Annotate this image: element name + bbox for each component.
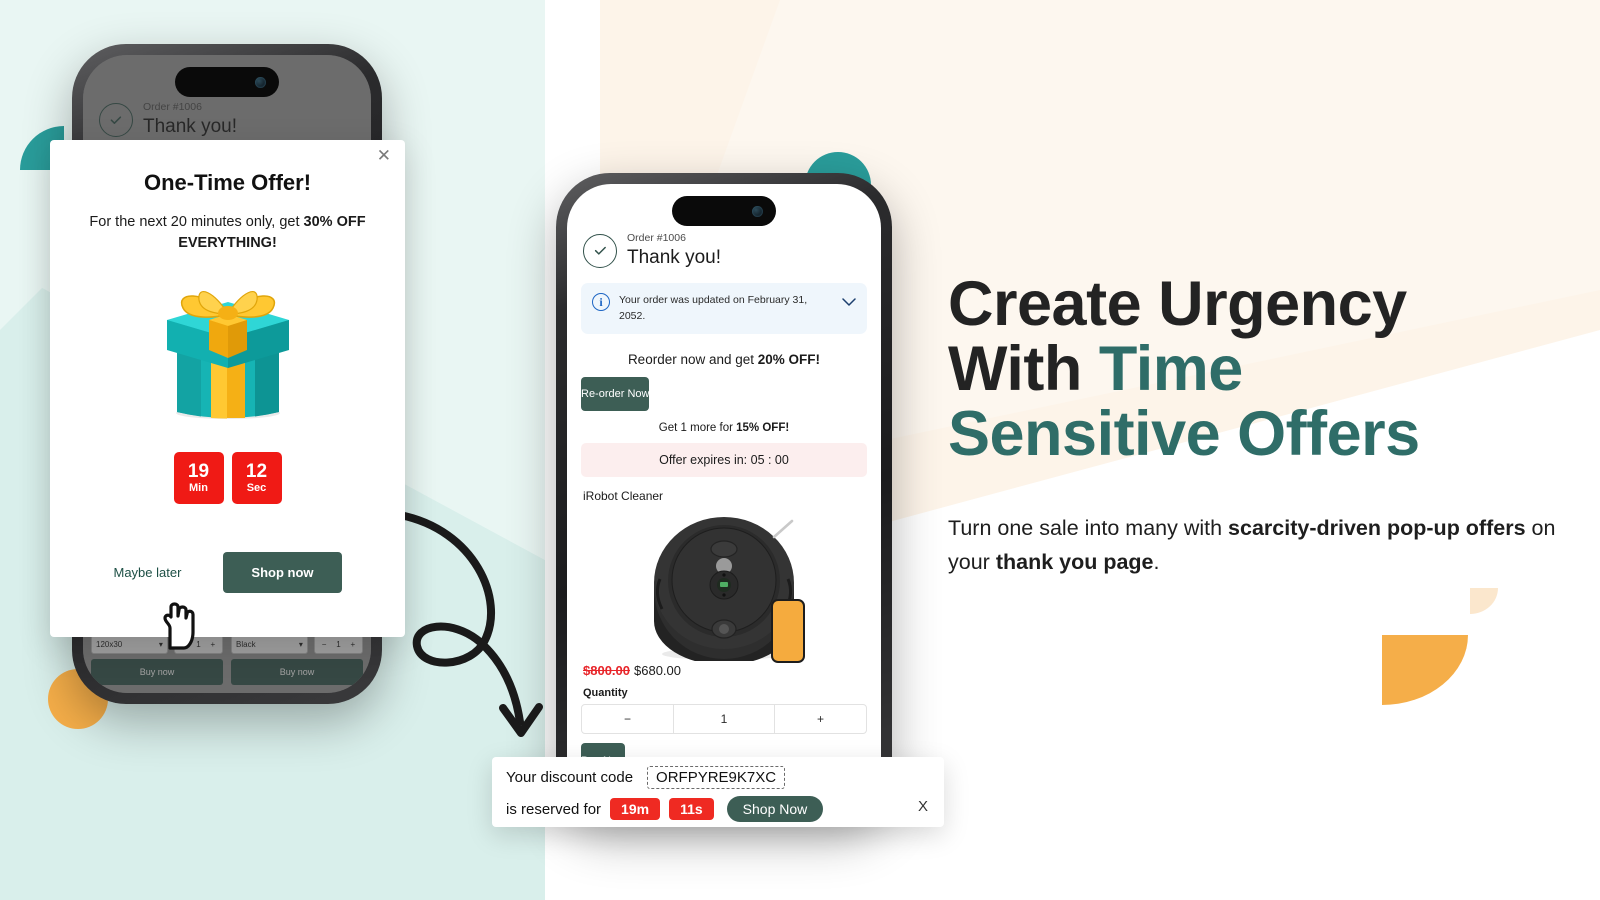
quantity-value[interactable]: 1 (672, 704, 776, 733)
reserved-for-label: is reserved for (506, 800, 602, 818)
popup-title: One-Time Offer! (143, 170, 312, 195)
phone-notch (672, 196, 776, 226)
sub-bold-2: pop-up offers (1387, 515, 1526, 540)
product-name: iRobot Cleaner (583, 488, 664, 503)
promo-banner: Order #1006 Thank you! Select Quantity 1… (0, 0, 1600, 900)
front-order-number: Order #1006 (627, 232, 686, 244)
gift-box-icon (166, 291, 289, 420)
popup-sub-plain: For the next 20 minutes only, get (89, 214, 304, 230)
camera-lens-icon (255, 76, 266, 88)
reorder-now-button[interactable]: Re-order Now (581, 376, 650, 411)
headline-line-3: Sensitive Offers (948, 398, 1420, 469)
discount-reserve-row: is reserved for 19m 11s Shop Now (506, 796, 930, 822)
phone-notch (175, 67, 279, 97)
popup-countdown-timer: 19 Min 12 Sec (50, 452, 405, 505)
discount-code-row: Your discount code ORFPYRE9K7XC (506, 766, 930, 789)
quantity-stepper[interactable]: − 1 + (581, 703, 867, 734)
chevron-down-icon[interactable] (842, 294, 856, 312)
info-icon: i (592, 293, 610, 312)
reorder-headline: Reorder now and get 20% OFF! (567, 352, 881, 367)
timer-minutes-value: 19 (187, 460, 210, 482)
curved-arrow-icon (396, 511, 543, 737)
sub-bold-3: thank you page (995, 550, 1154, 575)
getmore-bold: 15% OFF! (736, 421, 790, 434)
phone-accessory-icon (771, 598, 805, 663)
front-thank-you-title: Thank you! (627, 246, 721, 268)
timer-minutes-box: 19 Min (173, 452, 224, 505)
price-row: $800.00 $680.00 (583, 663, 881, 678)
pointer-hand-icon (163, 602, 195, 650)
reserve-minutes-pill: 19m (610, 798, 661, 820)
headline-line-2-accent: Time (1098, 333, 1243, 404)
quantity-minus-button[interactable]: − (582, 705, 673, 733)
phone-front-device: Order #1006 Thank you! i Your order was … (556, 173, 892, 821)
price-original: $800.00 (583, 662, 630, 678)
order-update-notice[interactable]: i Your order was updated on February 31,… (581, 283, 867, 334)
marketing-copy: Create Urgency With Time Sensitive Offer… (948, 272, 1568, 580)
sub-part-1: Turn one sale into many with (948, 515, 1229, 540)
subheadline: Turn one sale into many with scarcity-dr… (948, 511, 1568, 581)
decor-orange-quarter-right (1382, 635, 1468, 705)
reserve-seconds-pill: 11s (669, 798, 714, 820)
discount-code-label: Your discount code (506, 769, 634, 786)
headline: Create Urgency With Time Sensitive Offer… (948, 272, 1568, 467)
get-more-line: Get 1 more for 15% OFF! (567, 422, 881, 434)
offer-expires-banner: Offer expires in: 05 : 00 (581, 442, 867, 477)
discount-shop-now-button[interactable]: Shop Now (726, 796, 824, 822)
phone-front-screen: Order #1006 Thank you! i Your order was … (567, 184, 881, 810)
maybe-later-button[interactable]: Maybe later (113, 565, 181, 580)
popup-actions: Maybe later Shop now (50, 552, 405, 593)
timer-seconds-box: 12 Sec (231, 452, 282, 505)
reorder-bold: 20% OFF! (757, 351, 821, 367)
popup-shop-now-button[interactable]: Shop now (223, 552, 342, 593)
one-time-offer-popup: ✕ One-Time Offer! For the next 20 minute… (50, 140, 405, 637)
quantity-label: Quantity (583, 686, 628, 699)
discount-code-value[interactable]: ORFPYRE9K7XC (647, 766, 786, 789)
sub-part-4: . (1153, 550, 1160, 575)
getmore-plain: Get 1 more for (658, 421, 737, 434)
discount-bar-close-icon[interactable]: X (918, 798, 928, 815)
reorder-plain: Reorder now and get (627, 351, 758, 367)
timer-seconds-label: Sec (246, 481, 267, 494)
timer-seconds-value: 12 (245, 460, 268, 482)
front-thank-you-header: Order #1006 Thank you! (567, 232, 881, 269)
check-circle-icon (583, 233, 617, 268)
sub-bold-1: scarcity-driven (1228, 515, 1382, 540)
product-image (567, 505, 881, 663)
popup-close-icon[interactable]: ✕ (377, 147, 391, 164)
camera-lens-icon (752, 205, 763, 217)
timer-minutes-label: Min (189, 481, 208, 494)
notice-text: Your order was updated on February 31, 2… (619, 294, 808, 322)
popup-subtitle: For the next 20 minutes only, get 30% OF… (76, 212, 379, 254)
headline-line-1: Create Urgency (948, 269, 1407, 339)
price-discounted: $680.00 (634, 662, 681, 678)
headline-line-2: With Time (948, 333, 1568, 404)
discount-code-bar: Your discount code ORFPYRE9K7XC is reser… (492, 757, 944, 827)
quantity-plus-button[interactable]: + (775, 705, 866, 733)
gift-image-wrap (50, 280, 405, 422)
headline-line-2-plain: With (948, 333, 1099, 404)
decor-cream-quarter-right (1470, 588, 1498, 614)
